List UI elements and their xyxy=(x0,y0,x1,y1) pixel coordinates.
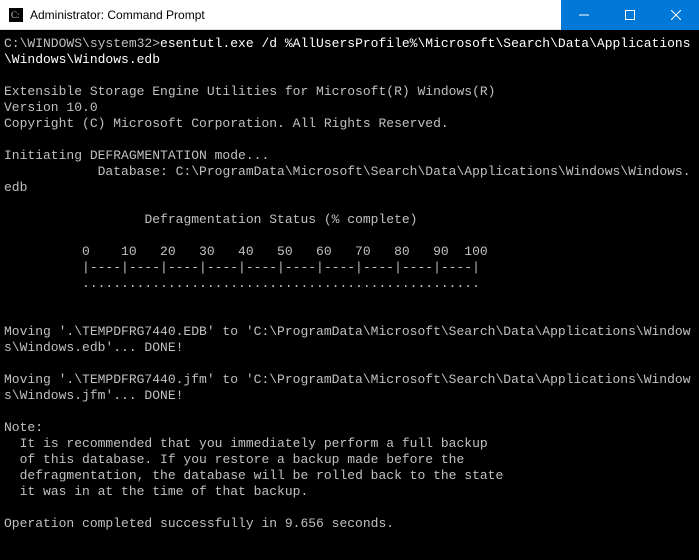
output-line: it was in at the time of that backup. xyxy=(4,484,308,499)
maximize-button[interactable] xyxy=(607,0,653,30)
close-button[interactable] xyxy=(653,0,699,30)
output-line: Database: C:\ProgramData\Microsoft\Searc… xyxy=(4,164,691,195)
window-controls xyxy=(561,0,699,29)
minimize-button[interactable] xyxy=(561,0,607,30)
terminal-output[interactable]: C:\WINDOWS\system32>esentutl.exe /d %All… xyxy=(0,30,699,560)
app-icon: C: xyxy=(8,7,24,23)
output-line: Defragmentation Status (% complete) xyxy=(4,212,417,227)
output-line: Extensible Storage Engine Utilities for … xyxy=(4,84,495,99)
output-line: Initiating DEFRAGMENTATION mode... xyxy=(4,148,269,163)
output-line: defragmentation, the database will be ro… xyxy=(4,468,503,483)
output-line: Note: xyxy=(4,420,43,435)
output-line: Moving '.\TEMPDFRG7440.EDB' to 'C:\Progr… xyxy=(4,324,691,355)
svg-text:C:: C: xyxy=(11,10,20,20)
output-line: 0 10 20 30 40 50 60 70 80 90 100 xyxy=(4,244,488,259)
prompt: C:\WINDOWS\system32> xyxy=(4,36,160,51)
output-line: Moving '.\TEMPDFRG7440.jfm' to 'C:\Progr… xyxy=(4,372,691,403)
window-titlebar: C: Administrator: Command Prompt xyxy=(0,0,699,30)
output-line: Operation completed successfully in 9.65… xyxy=(4,516,394,531)
output-line: ........................................… xyxy=(4,276,480,291)
output-line: Version 10.0 xyxy=(4,100,98,115)
output-line: Copyright (C) Microsoft Corporation. All… xyxy=(4,116,449,131)
output-line: |----|----|----|----|----|----|----|----… xyxy=(4,260,480,275)
output-line: It is recommended that you immediately p… xyxy=(4,436,488,451)
output-line: of this database. If you restore a backu… xyxy=(4,452,464,467)
window-title: Administrator: Command Prompt xyxy=(30,8,561,22)
